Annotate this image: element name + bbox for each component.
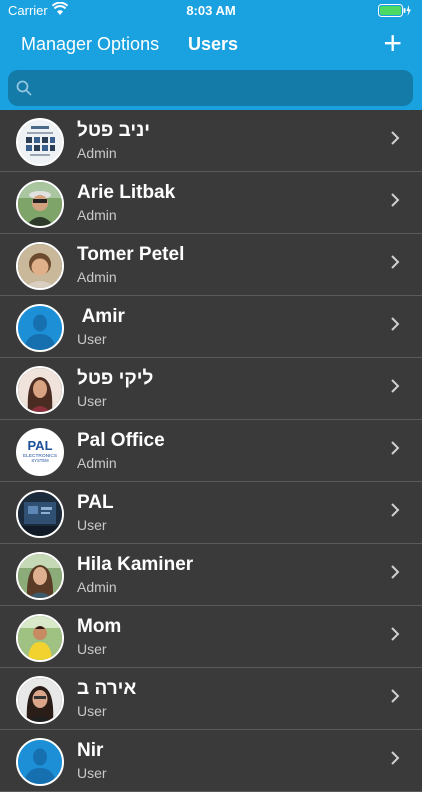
default-person-icon (16, 738, 64, 786)
user-row[interactable]: PAL ELECTRONICS SYSTEM Pal Office Admin (0, 420, 422, 482)
add-user-button[interactable]: + (383, 27, 402, 59)
user-name: Arie Litbak (77, 182, 176, 203)
user-role: Admin (77, 207, 117, 223)
user-row[interactable]: Mom User (0, 606, 422, 668)
user-row[interactable]: יניב פטל Admin (0, 110, 422, 172)
search-field[interactable] (8, 70, 413, 108)
chevron-right-icon (390, 130, 400, 151)
chevron-right-icon (390, 626, 400, 647)
logo-text-pal: PAL (27, 438, 52, 453)
chevron-right-icon (390, 378, 400, 399)
search-bar (0, 66, 422, 110)
default-person-icon (16, 304, 64, 352)
user-name: Nir (77, 740, 104, 761)
user-role: User (77, 641, 107, 657)
user-name: Tomer Petel (77, 244, 185, 265)
page-title: Users (188, 34, 239, 54)
search-input[interactable] (44, 70, 408, 108)
chevron-right-icon (390, 688, 400, 709)
manager-options-button[interactable]: Manager Options (21, 34, 159, 55)
avatar (16, 180, 64, 228)
user-role: User (77, 331, 107, 347)
user-row[interactable]: Nir User (0, 730, 422, 792)
user-role: Admin (77, 269, 117, 285)
user-name: Pal Office (77, 430, 165, 451)
user-name: PAL (77, 492, 114, 513)
avatar (16, 242, 64, 290)
user-role: Admin (77, 579, 117, 595)
search-icon (16, 80, 32, 101)
user-row[interactable]: Amir User (0, 296, 422, 358)
clock: 8:03 AM (186, 3, 236, 18)
user-name: Mom (77, 616, 122, 637)
avatar (16, 490, 64, 538)
user-role: User (77, 703, 107, 719)
avatar: PAL ELECTRONICS SYSTEM (16, 428, 64, 476)
navigation-bar: Manager Options Users + (0, 22, 422, 66)
chevron-right-icon (390, 564, 400, 585)
user-role: Admin (77, 455, 117, 471)
chevron-right-icon (390, 192, 400, 213)
logo-text-system: SYSTEM (31, 458, 49, 463)
user-name: Hila Kaminer (77, 554, 194, 575)
chevron-right-icon (390, 750, 400, 771)
avatar (16, 118, 64, 166)
user-row[interactable]: Hila Kaminer Admin (0, 544, 422, 606)
user-role: User (77, 517, 107, 533)
user-name: ליקי פטל (77, 368, 154, 389)
user-row[interactable]: אירה ב User (0, 668, 422, 730)
user-role: User (77, 393, 107, 409)
user-role: Admin (77, 145, 117, 161)
chevron-right-icon (390, 316, 400, 337)
user-row[interactable]: Arie Litbak Admin (0, 172, 422, 234)
user-list: יניב פטל Admin Arie Litbak Admin Tomer P… (0, 110, 422, 792)
chevron-right-icon (390, 502, 400, 523)
chevron-right-icon (390, 440, 400, 461)
battery-icon (378, 4, 412, 20)
user-row[interactable]: ליקי פטל User (0, 358, 422, 420)
chevron-right-icon (390, 254, 400, 275)
status-bar: Carrier 8:03 AM (0, 0, 422, 22)
avatar (16, 676, 64, 724)
avatar (16, 552, 64, 600)
user-row[interactable]: Tomer Petel Admin (0, 234, 422, 296)
user-role: User (77, 765, 107, 781)
user-name: אירה ב (77, 678, 137, 699)
avatar (16, 366, 64, 414)
avatar (16, 614, 64, 662)
user-name: יניב פטל (77, 120, 151, 141)
user-row[interactable]: PAL User (0, 482, 422, 544)
user-name: Amir (77, 306, 125, 327)
